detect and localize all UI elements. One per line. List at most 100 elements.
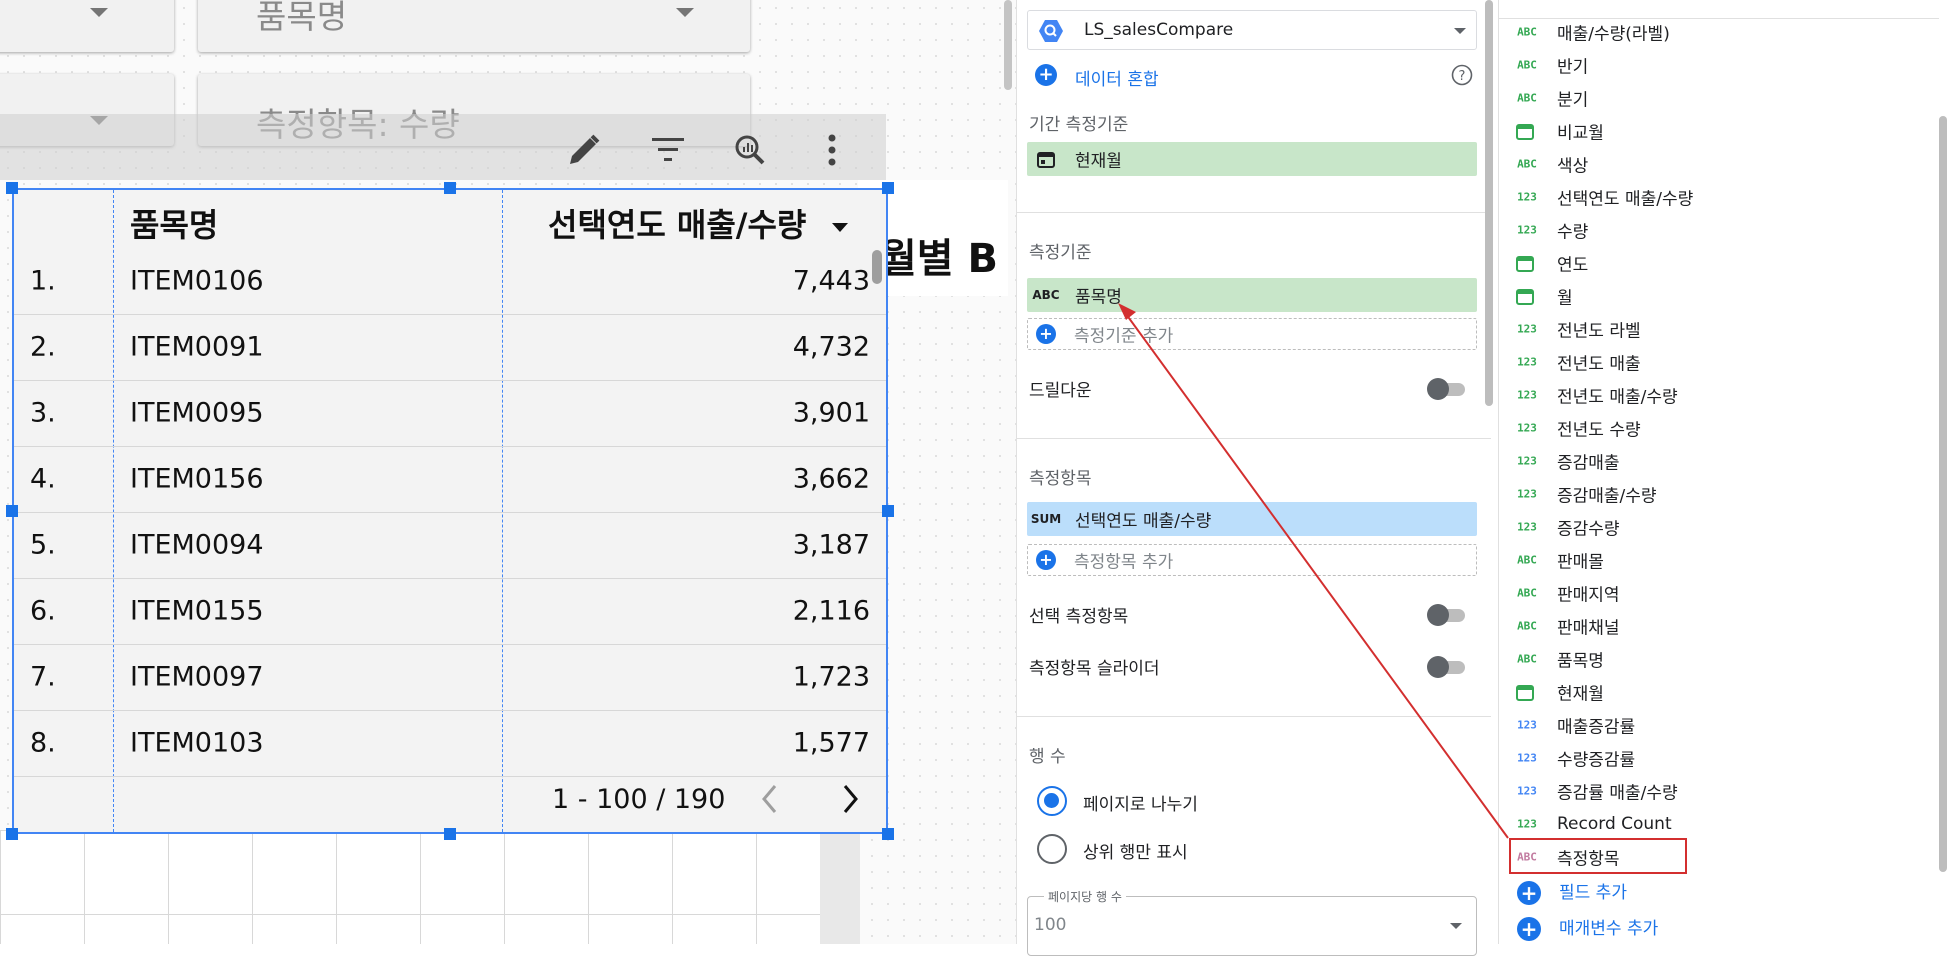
dropdown-caret-icon xyxy=(90,8,108,17)
add-dimension-button[interactable]: + 측정기준 추가 xyxy=(1027,318,1477,350)
field-item[interactable]: ABC 판매채널 xyxy=(1499,609,1939,642)
field-name: 반기 xyxy=(1557,57,1589,77)
table-scrollbar[interactable] xyxy=(872,250,882,284)
rows-per-page-select[interactable]: 페이지당 행 수 100 xyxy=(1027,888,1477,956)
field-item[interactable]: ABC 색상 xyxy=(1499,147,1939,180)
field-item[interactable]: 123 매출증감률 xyxy=(1499,708,1939,741)
calendar-icon xyxy=(1516,288,1534,305)
field-item[interactable]: ABC 판매몰 xyxy=(1499,543,1939,576)
table-row[interactable]: 3. ITEM0095 3,901 xyxy=(14,380,886,447)
table-chart[interactable]: 품목명 선택연도 매출/수량 1. ITEM0106 7,443 2. ITEM0091… xyxy=(12,188,888,834)
field-name: 색상 xyxy=(1557,156,1589,176)
resize-handle[interactable] xyxy=(882,505,894,517)
table-row[interactable]: 8. ITEM0103 1,577 xyxy=(14,710,886,777)
field-name: 전년도 라벨 xyxy=(1557,321,1641,341)
resize-handle[interactable] xyxy=(6,505,18,517)
row-metric-value: 1,577 xyxy=(792,727,870,759)
resize-handle[interactable] xyxy=(882,828,894,840)
setup-panel-scrollbar[interactable] xyxy=(1485,0,1493,406)
field-name: 증감매출/수량 xyxy=(1557,486,1657,506)
paginate-radio[interactable] xyxy=(1037,786,1067,816)
field-item[interactable]: 123 Record Count xyxy=(1499,807,1939,840)
field-list-panel: ABC 매출/수량(라벨) ABC 반기 ABC 분기 비교월 ABC 색상 123 선택연도 매출… xyxy=(1498,0,1951,944)
explore-magnifier-icon[interactable] xyxy=(730,130,770,170)
field-name: 품목명 xyxy=(1557,651,1604,671)
field-item[interactable]: ABC 판매지역 xyxy=(1499,576,1939,609)
field-item[interactable]: 123 전년도 수량 xyxy=(1499,411,1939,444)
table-row[interactable]: 2. ITEM0091 4,732 xyxy=(14,314,886,381)
field-name: 전년도 매출/수량 xyxy=(1557,387,1678,407)
table-row[interactable]: 1. ITEM0106 7,443 xyxy=(14,248,886,315)
dimension-chip[interactable]: ABC 품목명 xyxy=(1027,278,1477,312)
field-item[interactable]: 123 전년도 라벨 xyxy=(1499,312,1939,345)
field-list-scrollbar[interactable] xyxy=(1939,116,1947,872)
drilldown-toggle[interactable] xyxy=(1427,378,1467,400)
add-field-label: 필드 추가 xyxy=(1559,883,1627,903)
table-row[interactable]: 5. ITEM0094 3,187 xyxy=(14,512,886,579)
field-item[interactable]: 123 증감매출/수량 xyxy=(1499,477,1939,510)
add-parameter-button[interactable]: + 매개변수 추가 xyxy=(1517,914,1658,941)
sum-aggregation-tag[interactable]: SUM xyxy=(1027,502,1065,536)
add-metric-button[interactable]: + 측정항목 추가 xyxy=(1027,544,1477,576)
table-row[interactable]: 4. ITEM0156 3,662 xyxy=(14,446,886,513)
field-item[interactable]: 비교월 xyxy=(1499,114,1939,147)
help-icon[interactable]: ? xyxy=(1451,64,1473,86)
row-index: 2. xyxy=(30,331,56,363)
sort-desc-icon[interactable] xyxy=(831,222,848,232)
background-grid-chart xyxy=(0,830,820,944)
metric-chip[interactable]: SUM 선택연도 매출/수량 xyxy=(1027,502,1477,536)
field-item[interactable]: ABC 품목명 xyxy=(1499,642,1939,675)
resize-handle[interactable] xyxy=(6,828,18,840)
field-item[interactable]: 123 증감매출 xyxy=(1499,444,1939,477)
column-header-metric-label: 선택연도 매출/수량 xyxy=(548,206,807,244)
field-item[interactable]: 월 xyxy=(1499,279,1939,312)
metric-slider-toggle[interactable] xyxy=(1427,656,1467,678)
date-range-dimension-chip[interactable]: 현재월 xyxy=(1027,142,1477,176)
field-item[interactable]: 123 수량증감률 xyxy=(1499,741,1939,774)
abc-type-icon: ABC xyxy=(1517,652,1537,665)
highlight-box xyxy=(1509,838,1687,874)
pencil-icon[interactable] xyxy=(564,130,604,170)
add-parameter-label: 매개변수 추가 xyxy=(1559,919,1659,939)
number-type-icon: 123 xyxy=(1517,487,1537,500)
field-item[interactable]: ABC 분기 xyxy=(1499,81,1939,114)
resize-handle[interactable] xyxy=(444,828,456,840)
field-item[interactable]: 현재월 xyxy=(1499,675,1939,708)
top-rows-radio[interactable] xyxy=(1037,834,1067,864)
table-row[interactable]: 7. ITEM0097 1,723 xyxy=(14,644,886,711)
field-item[interactable]: 123 선택연도 매출/수량 xyxy=(1499,180,1939,213)
field-item[interactable]: 123 수량 xyxy=(1499,213,1939,246)
resize-handle[interactable] xyxy=(6,182,18,194)
field-item[interactable]: 123 증감수량 xyxy=(1499,510,1939,543)
filter-icon[interactable] xyxy=(648,130,688,170)
more-vert-icon[interactable] xyxy=(812,130,852,170)
add-circle-icon: + xyxy=(1517,881,1541,905)
svg-text:?: ? xyxy=(1459,69,1466,84)
field-item[interactable]: ABC 매출/수량(라벨) xyxy=(1499,15,1939,48)
resize-handle[interactable] xyxy=(444,182,456,194)
column-header-dimension[interactable]: 품목명 xyxy=(130,200,218,246)
prev-page-icon[interactable] xyxy=(760,782,780,816)
date-range-dimension-label: 기간 측정기준 xyxy=(1029,115,1129,135)
canvas-scrollbar[interactable] xyxy=(1004,0,1012,90)
add-field-button[interactable]: + 필드 추가 xyxy=(1517,878,1627,905)
data-source-selector[interactable]: LS_salesCompare xyxy=(1027,10,1477,50)
next-page-icon[interactable] xyxy=(840,782,860,816)
field-item[interactable]: 123 전년도 매출/수량 xyxy=(1499,378,1939,411)
field-item[interactable]: 연도 xyxy=(1499,246,1939,279)
background-gray-block xyxy=(820,830,860,944)
row-metric-value: 1,723 xyxy=(792,661,870,693)
optional-metrics-toggle[interactable] xyxy=(1427,604,1467,626)
field-item[interactable]: ABC 반기 xyxy=(1499,48,1939,81)
column-header-metric[interactable]: 선택연도 매출/수량 xyxy=(548,200,848,246)
resize-handle[interactable] xyxy=(882,182,894,194)
field-name: 매출/수량(라벨) xyxy=(1557,24,1670,44)
filter-control-left[interactable] xyxy=(0,0,174,52)
field-name: 전년도 수량 xyxy=(1557,420,1641,440)
table-row[interactable]: 6. ITEM0155 2,116 xyxy=(14,578,886,645)
report-canvas[interactable]: 품목명 측정항목: 수량 월별 B 품목명 선택연도 매출/수량 1.ITEM0… xyxy=(0,0,1016,944)
section-divider xyxy=(1017,438,1491,439)
field-item[interactable]: 123 전년도 매출 xyxy=(1499,345,1939,378)
field-item[interactable]: 123 증감률 매출/수량 xyxy=(1499,774,1939,807)
filter-control-item-name[interactable]: 품목명 xyxy=(198,0,750,52)
